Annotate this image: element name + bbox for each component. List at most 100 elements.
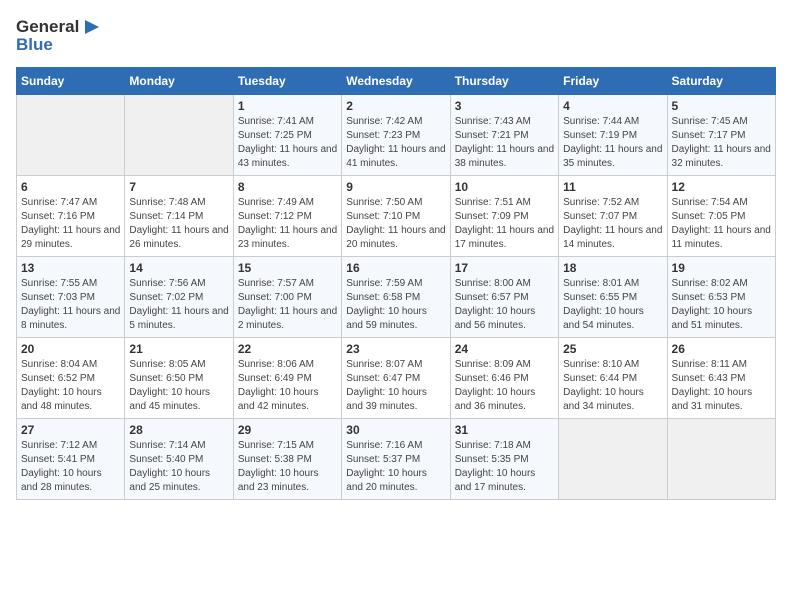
day-number: 18 <box>563 261 662 275</box>
day-number: 17 <box>455 261 554 275</box>
day-number: 29 <box>238 423 337 437</box>
calendar-cell: 23Sunrise: 8:07 AMSunset: 6:47 PMDayligh… <box>342 337 450 418</box>
day-number: 12 <box>672 180 771 194</box>
calendar-cell: 19 Sunrise: 8:02 AMSunset: 6:53 PMDayligh… <box>667 256 775 337</box>
calendar-cell <box>559 418 667 499</box>
day-number: 15 <box>238 261 337 275</box>
calendar-cell: 25 Sunrise: 8:10 AMSunset: 6:44 PMDayligh… <box>559 337 667 418</box>
day-number: 20 <box>21 342 120 356</box>
logo-arrow-icon <box>81 16 103 38</box>
day-info: Sunrise: 7:42 AMSunset: 7:23 PMDaylight:… <box>346 115 445 171</box>
calendar-cell: 5 Sunrise: 7:45 AMSunset: 7:17 PMDaylight… <box>667 94 775 175</box>
day-number: 11 <box>563 180 662 194</box>
weekday-header-cell: Wednesday <box>342 67 450 94</box>
calendar-cell: 31 Sunrise: 7:18 AMSunset: 5:35 PMDayligh… <box>450 418 558 499</box>
day-number: 8 <box>238 180 337 194</box>
day-number: 2 <box>346 99 445 113</box>
day-number: 7 <box>129 180 228 194</box>
calendar-cell <box>17 94 125 175</box>
day-number: 5 <box>672 99 771 113</box>
day-number: 27 <box>21 423 120 437</box>
calendar-cell: 1 Sunrise: 7:41 AMSunset: 7:25 PMDaylight… <box>233 94 341 175</box>
day-number: 1 <box>238 99 337 113</box>
page-header: General Blue <box>16 16 776 55</box>
day-info: Sunrise: 7:49 AMSunset: 7:12 PMDaylight:… <box>238 196 337 252</box>
day-number: 14 <box>129 261 228 275</box>
logo-text-blue: Blue <box>16 36 103 55</box>
calendar-cell: 24 Sunrise: 8:09 AMSunset: 6:46 PMDayligh… <box>450 337 558 418</box>
day-number: 6 <box>21 180 120 194</box>
calendar-cell: 28Sunrise: 7:14 AMSunset: 5:40 PMDayligh… <box>125 418 233 499</box>
calendar-cell: 4 Sunrise: 7:44 AMSunset: 7:19 PMDaylight… <box>559 94 667 175</box>
day-number: 10 <box>455 180 554 194</box>
day-number: 19 <box>672 261 771 275</box>
calendar-cell: 6 Sunrise: 7:47 AMSunset: 7:16 PMDaylight… <box>17 175 125 256</box>
day-number: 9 <box>346 180 445 194</box>
calendar-cell: 3Sunrise: 7:43 AMSunset: 7:21 PMDaylight… <box>450 94 558 175</box>
day-number: 24 <box>455 342 554 356</box>
day-info: Sunrise: 8:09 AMSunset: 6:46 PMDaylight:… <box>455 358 554 414</box>
day-info: Sunrise: 8:02 AMSunset: 6:53 PMDaylight:… <box>672 277 771 333</box>
day-number: 23 <box>346 342 445 356</box>
day-info: Sunrise: 8:06 AMSunset: 6:49 PMDaylight:… <box>238 358 337 414</box>
day-number: 22 <box>238 342 337 356</box>
calendar-cell: 20 Sunrise: 8:04 AMSunset: 6:52 PMDayligh… <box>17 337 125 418</box>
day-info: Sunrise: 8:10 AMSunset: 6:44 PMDaylight:… <box>563 358 662 414</box>
day-info: Sunrise: 7:44 AMSunset: 7:19 PMDaylight:… <box>563 115 662 171</box>
calendar-week-row: 20 Sunrise: 8:04 AMSunset: 6:52 PMDayligh… <box>17 337 776 418</box>
calendar-cell <box>667 418 775 499</box>
calendar-cell: 22 Sunrise: 8:06 AMSunset: 6:49 PMDayligh… <box>233 337 341 418</box>
logo-text-general: General <box>16 18 79 37</box>
day-info: Sunrise: 7:48 AMSunset: 7:14 PMDaylight:… <box>129 196 228 252</box>
calendar-cell: 30 Sunrise: 7:16 AMSunset: 5:37 PMDayligh… <box>342 418 450 499</box>
calendar-cell: 21Sunrise: 8:05 AMSunset: 6:50 PMDayligh… <box>125 337 233 418</box>
weekday-header-cell: Tuesday <box>233 67 341 94</box>
day-info: Sunrise: 7:45 AMSunset: 7:17 PMDaylight:… <box>672 115 771 171</box>
day-info: Sunrise: 8:01 AMSunset: 6:55 PMDaylight:… <box>563 277 662 333</box>
day-number: 13 <box>21 261 120 275</box>
weekday-header-cell: Sunday <box>17 67 125 94</box>
calendar-cell: 8 Sunrise: 7:49 AMSunset: 7:12 PMDaylight… <box>233 175 341 256</box>
calendar-cell: 10Sunrise: 7:51 AMSunset: 7:09 PMDayligh… <box>450 175 558 256</box>
day-info: Sunrise: 8:00 AMSunset: 6:57 PMDaylight:… <box>455 277 554 333</box>
day-number: 25 <box>563 342 662 356</box>
day-info: Sunrise: 7:41 AMSunset: 7:25 PMDaylight:… <box>238 115 337 171</box>
day-info: Sunrise: 7:56 AMSunset: 7:02 PMDaylight:… <box>129 277 228 333</box>
calendar-cell: 11 Sunrise: 7:52 AMSunset: 7:07 PMDayligh… <box>559 175 667 256</box>
day-info: Sunrise: 7:18 AMSunset: 5:35 PMDaylight:… <box>455 439 554 495</box>
day-info: Sunrise: 7:47 AMSunset: 7:16 PMDaylight:… <box>21 196 120 252</box>
calendar-week-row: 6 Sunrise: 7:47 AMSunset: 7:16 PMDaylight… <box>17 175 776 256</box>
calendar-week-row: 13 Sunrise: 7:55 AMSunset: 7:03 PMDayligh… <box>17 256 776 337</box>
day-info: Sunrise: 7:59 AMSunset: 6:58 PMDaylight:… <box>346 277 445 333</box>
calendar-cell: 29 Sunrise: 7:15 AMSunset: 5:38 PMDayligh… <box>233 418 341 499</box>
weekday-header-cell: Thursday <box>450 67 558 94</box>
day-info: Sunrise: 7:54 AMSunset: 7:05 PMDaylight:… <box>672 196 771 252</box>
calendar-cell <box>125 94 233 175</box>
day-info: Sunrise: 7:15 AMSunset: 5:38 PMDaylight:… <box>238 439 337 495</box>
day-info: Sunrise: 7:55 AMSunset: 7:03 PMDaylight:… <box>21 277 120 333</box>
day-info: Sunrise: 7:57 AMSunset: 7:00 PMDaylight:… <box>238 277 337 333</box>
day-info: Sunrise: 7:52 AMSunset: 7:07 PMDaylight:… <box>563 196 662 252</box>
calendar-cell: 2 Sunrise: 7:42 AMSunset: 7:23 PMDaylight… <box>342 94 450 175</box>
weekday-header-cell: Saturday <box>667 67 775 94</box>
day-number: 31 <box>455 423 554 437</box>
calendar-cell: 27 Sunrise: 7:12 AMSunset: 5:41 PMDayligh… <box>17 418 125 499</box>
day-number: 26 <box>672 342 771 356</box>
calendar-cell: 13 Sunrise: 7:55 AMSunset: 7:03 PMDayligh… <box>17 256 125 337</box>
day-info: Sunrise: 7:43 AMSunset: 7:21 PMDaylight:… <box>455 115 554 171</box>
weekday-header-cell: Friday <box>559 67 667 94</box>
day-number: 4 <box>563 99 662 113</box>
weekday-header-row: SundayMondayTuesdayWednesdayThursdayFrid… <box>17 67 776 94</box>
calendar-body: 1 Sunrise: 7:41 AMSunset: 7:25 PMDaylight… <box>17 94 776 499</box>
day-info: Sunrise: 7:12 AMSunset: 5:41 PMDaylight:… <box>21 439 120 495</box>
day-info: Sunrise: 7:16 AMSunset: 5:37 PMDaylight:… <box>346 439 445 495</box>
logo: General Blue <box>16 16 103 55</box>
day-number: 28 <box>129 423 228 437</box>
calendar-cell: 17 Sunrise: 8:00 AMSunset: 6:57 PMDayligh… <box>450 256 558 337</box>
calendar-cell: 12 Sunrise: 7:54 AMSunset: 7:05 PMDayligh… <box>667 175 775 256</box>
day-number: 21 <box>129 342 228 356</box>
day-info: Sunrise: 8:11 AMSunset: 6:43 PMDaylight:… <box>672 358 771 414</box>
calendar-cell: 14 Sunrise: 7:56 AMSunset: 7:02 PMDayligh… <box>125 256 233 337</box>
day-info: Sunrise: 8:04 AMSunset: 6:52 PMDaylight:… <box>21 358 120 414</box>
day-number: 30 <box>346 423 445 437</box>
